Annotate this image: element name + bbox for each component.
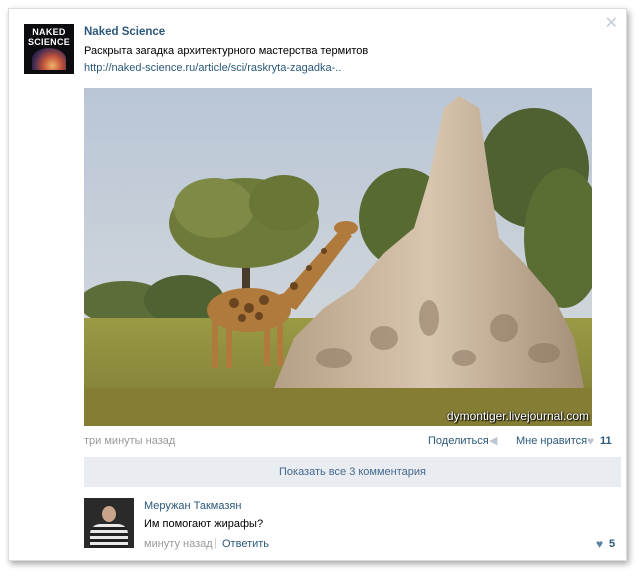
megaphone-icon[interactable]: ◀: [489, 434, 497, 447]
avatar-logo-text: SCIENCE: [27, 37, 71, 47]
post-article-link[interactable]: http://naked-science.ru/article/sci/rask…: [84, 62, 341, 74]
comment-author-avatar[interactable]: [84, 498, 134, 548]
separator: |: [214, 537, 217, 549]
heart-icon[interactable]: ♥: [587, 434, 594, 448]
post-time[interactable]: три минуты назад: [84, 435, 175, 447]
avatar-head: [102, 506, 116, 522]
photo-watermark: dymontiger.livejournal.com: [446, 409, 589, 423]
like-count[interactable]: 11: [600, 435, 612, 447]
reply-button[interactable]: Ответить: [222, 538, 269, 550]
photo-termite-mound-giraffe: [84, 88, 592, 426]
comment-time[interactable]: минуту назад: [144, 538, 213, 550]
comment-like-count[interactable]: 5: [609, 538, 615, 550]
post-text: Раскрыта загадка архитектурного мастерст…: [84, 45, 369, 57]
heart-icon[interactable]: ♥: [596, 537, 603, 551]
community-avatar[interactable]: NAKED SCIENCE: [24, 24, 74, 74]
share-button[interactable]: Поделиться: [428, 435, 489, 447]
comment-text: Им помогают жирафы?: [144, 518, 264, 530]
like-button[interactable]: Мне нравится: [516, 435, 587, 447]
show-all-comments-button[interactable]: Показать все 3 комментария: [84, 457, 621, 487]
post-author-link[interactable]: Naked Science: [84, 26, 165, 38]
close-icon[interactable]: ✕: [605, 16, 618, 32]
planet-graphic: [32, 48, 66, 70]
post-photo[interactable]: dymontiger.livejournal.com: [84, 88, 592, 426]
post-card: ✕ NAKED SCIENCE Naked Science Раскрыта з…: [8, 8, 627, 561]
avatar-shirt: [90, 524, 128, 548]
comment-author-link[interactable]: Меружан Такмазян: [144, 500, 241, 512]
avatar-logo-text: NAKED: [32, 27, 66, 37]
